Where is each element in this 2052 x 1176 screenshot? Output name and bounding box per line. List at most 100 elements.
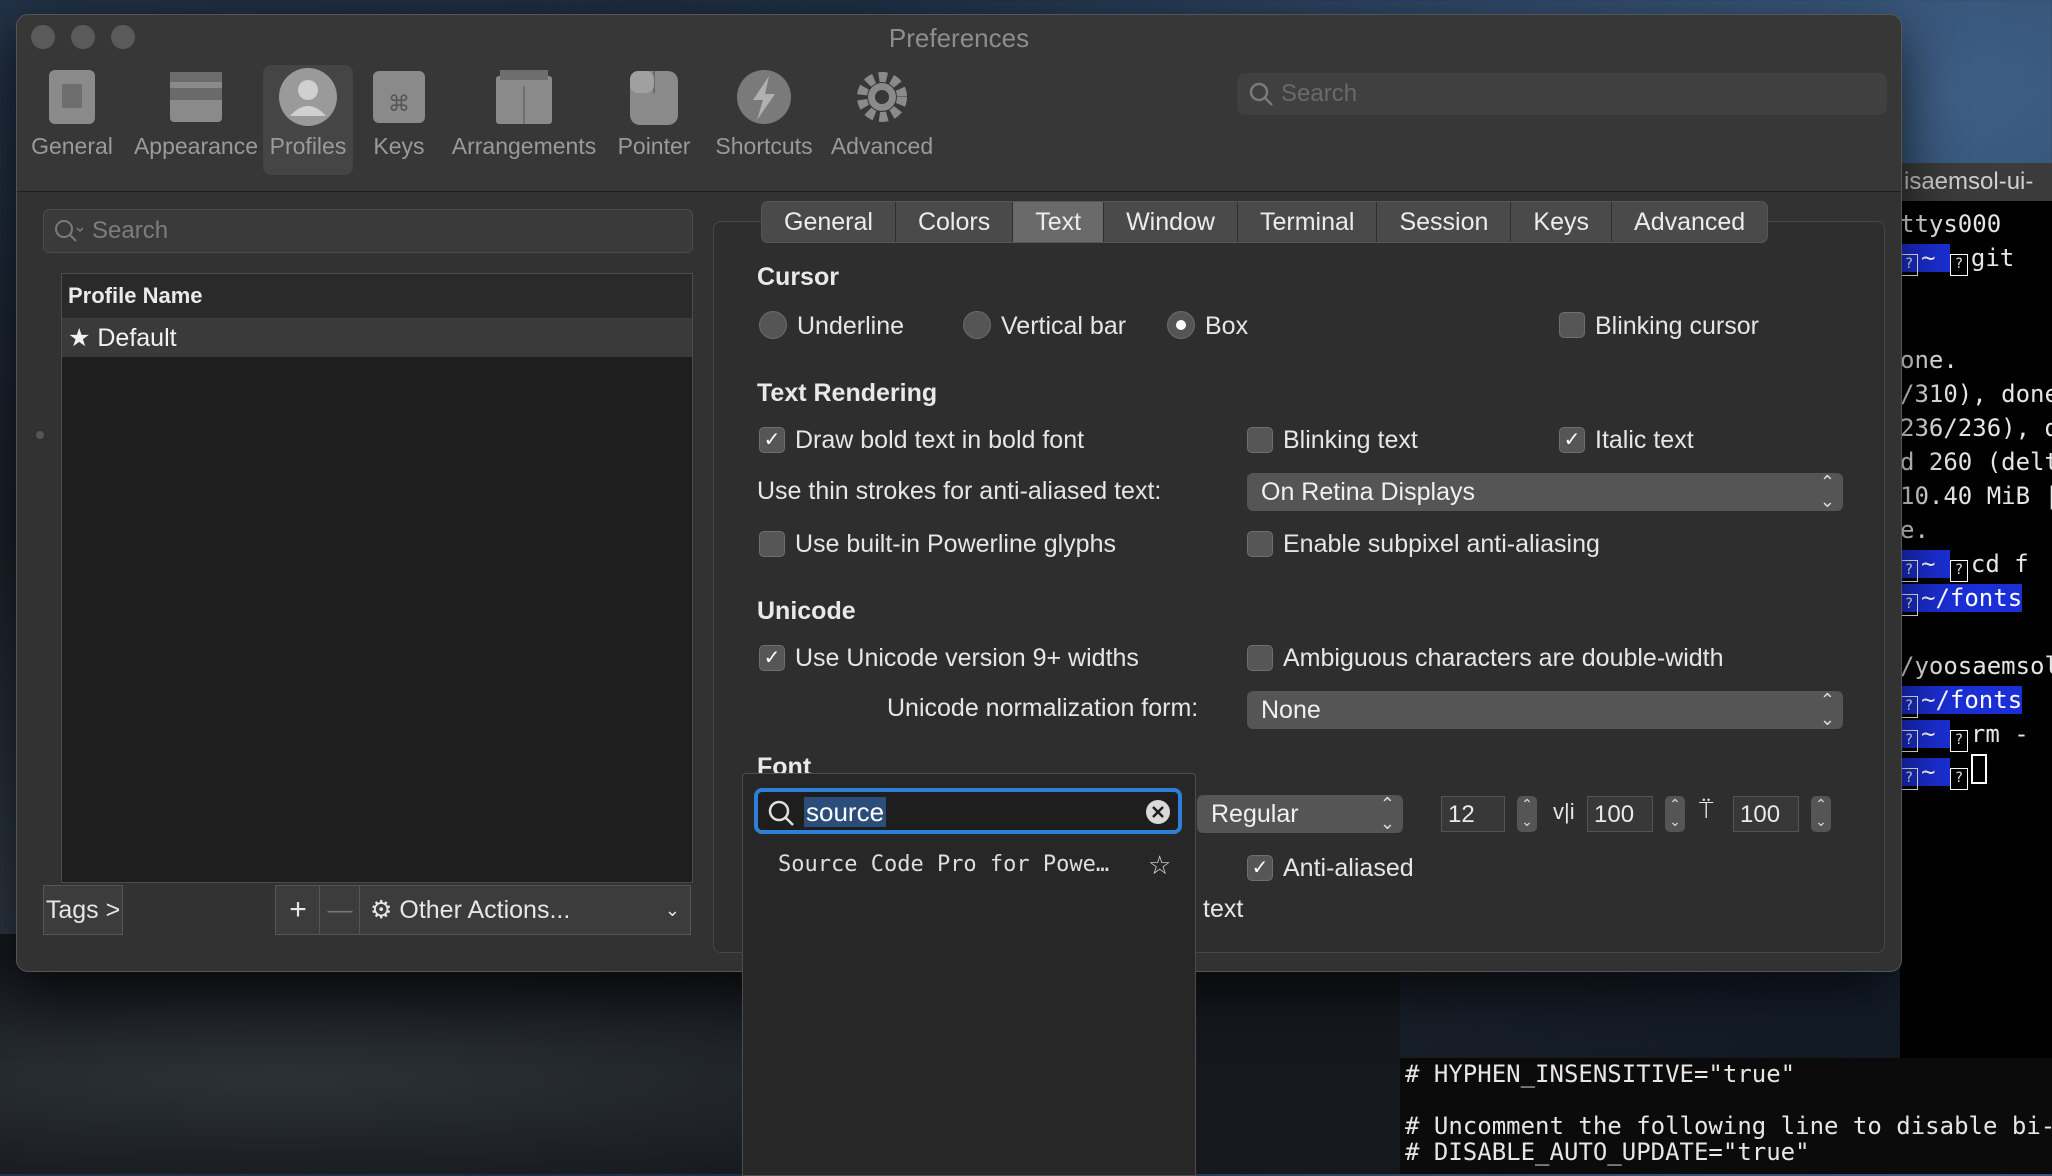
subpixel-checkbox[interactable]: [1247, 531, 1273, 557]
profile-search-input[interactable]: Search: [43, 209, 693, 253]
toolbar-keys[interactable]: ⌘ Keys: [363, 65, 435, 160]
toolbar-profiles[interactable]: Profiles: [263, 65, 353, 175]
clear-search-icon[interactable]: [1144, 798, 1172, 831]
search-placeholder: Search: [92, 217, 169, 244]
chevron-updown-icon: ⌃ ⌄: [1819, 690, 1835, 729]
profiles-icon: [276, 65, 340, 129]
tab-general[interactable]: General: [762, 202, 896, 242]
bold-font-checkbox[interactable]: ✓: [759, 427, 785, 453]
tab-session[interactable]: Session: [1377, 202, 1512, 242]
toolbar: Preferences General Appearance Profiles …: [17, 15, 1901, 192]
list-item[interactable]: ★ Default: [62, 319, 692, 357]
tab-window[interactable]: Window: [1104, 202, 1238, 242]
cursor-vertical-bar-label: Vertical bar: [1001, 312, 1127, 340]
normalization-label: Unicode normalization form:: [887, 694, 1199, 722]
terminal-cursor: [1970, 754, 1987, 784]
horizontal-spacing-icon: ⍡: [1699, 797, 1714, 824]
terminal-line: ? ~ ?: [1900, 754, 1987, 790]
cursor-underline-radio[interactable]: [759, 311, 787, 339]
vertical-spacing-field[interactable]: 100: [1587, 796, 1653, 832]
unicode-v9-checkbox[interactable]: ✓: [759, 645, 785, 671]
chevron-updown-icon: ⌃ ⌄: [1819, 472, 1835, 511]
window-title: Preferences: [888, 23, 1030, 53]
terminal-line: /310), done: [1900, 380, 2052, 408]
column-header[interactable]: Profile Name: [62, 274, 692, 319]
blinking-cursor-label: Blinking cursor: [1595, 312, 1759, 340]
font-size-stepper[interactable]: ⌃ ⌄: [1517, 796, 1537, 832]
terminal-line: 236/236), d: [1900, 414, 2052, 442]
terminal-line-text: git: [1970, 244, 2015, 272]
toolbar-shortcuts[interactable]: Shortcuts: [709, 65, 819, 160]
text-rendering-heading: Text Rendering: [757, 379, 938, 407]
blinking-text-checkbox[interactable]: [1247, 427, 1273, 453]
anti-aliased-label: Anti-aliased: [1283, 854, 1414, 882]
toolbar-general[interactable]: General: [29, 65, 115, 160]
thin-strokes-value: On Retina Displays: [1261, 478, 1475, 506]
other-actions-button[interactable]: ⚙ Other Actions... ⌄: [359, 885, 691, 935]
tab-terminal[interactable]: Terminal: [1238, 202, 1378, 242]
cursor-box-radio[interactable]: [1167, 311, 1195, 339]
thin-strokes-select[interactable]: On Retina Displays ⌃ ⌄: [1247, 473, 1843, 511]
toolbar-pointer[interactable]: Pointer: [611, 65, 697, 160]
tags-button[interactable]: Tags >: [43, 885, 123, 935]
toolbar-label: Arrangements: [451, 133, 597, 159]
advanced-icon: [850, 65, 914, 129]
split-handle[interactable]: [36, 431, 44, 439]
bold-font-label: Draw bold text in bold font: [795, 426, 1085, 454]
ambiguous-width-checkbox[interactable]: [1247, 645, 1273, 671]
terminal-line: ? ~ ? rm -: [1900, 720, 2029, 752]
svg-text:⌘: ⌘: [388, 92, 410, 117]
toolbar-label: Shortcuts: [715, 133, 813, 159]
search-icon: [52, 210, 86, 266]
blinking-cursor-checkbox[interactable]: [1559, 312, 1585, 338]
other-actions-label: Other Actions...: [399, 896, 571, 924]
arrangements-icon: [492, 65, 556, 129]
remove-profile-button[interactable]: —: [319, 885, 361, 935]
font-search-input[interactable]: source: [754, 788, 1182, 834]
cursor-heading: Cursor: [757, 263, 839, 291]
font-size-field[interactable]: 12: [1441, 796, 1505, 832]
toolbar-label: Pointer: [617, 133, 691, 159]
favorite-star-icon[interactable]: ☆: [1148, 850, 1171, 881]
powerline-checkbox[interactable]: [759, 531, 785, 557]
font-result-item[interactable]: Source Code Pro for Powe…: [778, 852, 1109, 877]
anti-aliased-checkbox[interactable]: ✓: [1247, 855, 1273, 881]
toolbar-label: Appearance: [133, 133, 259, 159]
vertical-spacing-icon: v|i: [1553, 799, 1575, 824]
tab-colors[interactable]: Colors: [896, 202, 1014, 242]
tab-text[interactable]: Text: [1013, 202, 1105, 242]
cursor-underline-label: Underline: [797, 312, 905, 340]
toolbar-advanced[interactable]: Advanced: [827, 65, 937, 160]
toolbar-appearance[interactable]: Appearance: [129, 65, 263, 160]
partial-text-label: text: [1203, 895, 1244, 923]
terminal-title: isaemsol-ui-: [1900, 163, 2052, 201]
horizontal-spacing-stepper[interactable]: ⌃ ⌄: [1811, 796, 1831, 832]
toolbar-label: Advanced: [830, 133, 934, 159]
toolbar-arrangements[interactable]: Arrangements: [447, 65, 601, 160]
add-profile-button[interactable]: +: [275, 885, 321, 935]
terminal-line: d 260 (delt: [1900, 448, 2052, 476]
vertical-spacing-stepper[interactable]: ⌃ ⌄: [1665, 796, 1685, 832]
cursor-vertical-bar-radio[interactable]: [963, 311, 991, 339]
terminal-line: one.: [1900, 346, 1958, 374]
terminal-line: ? ~/fonts: [1900, 686, 2023, 718]
unicode-v9-label: Use Unicode version 9+ widths: [795, 644, 1139, 672]
tab-keys[interactable]: Keys: [1511, 202, 1613, 242]
profile-name: Default: [97, 324, 177, 352]
normalization-select[interactable]: None ⌃ ⌄: [1247, 691, 1843, 729]
terminal-line: ? ~ ? git: [1900, 244, 2014, 276]
profile-tabs: General Colors Text Window Terminal Sess…: [761, 201, 1769, 243]
gear-icon: ⚙: [370, 896, 393, 924]
profile-list: Profile Name ★ Default: [61, 273, 693, 883]
tab-advanced[interactable]: Advanced: [1612, 202, 1767, 242]
font-search-value: source: [804, 797, 887, 827]
powerline-label: Use built-in Powerline glyphs: [795, 530, 1116, 558]
unicode-heading: Unicode: [757, 597, 856, 625]
toolbar-search-input[interactable]: Search: [1237, 73, 1887, 115]
font-style-select[interactable]: Regular ⌃ ⌄: [1197, 795, 1403, 833]
search-icon: [766, 798, 796, 833]
font-result-name: Source Code Pro for Powe…: [778, 852, 1110, 877]
terminal-line: 10.40 MiB |: [1900, 482, 2052, 510]
italic-text-checkbox[interactable]: ✓: [1559, 427, 1585, 453]
horizontal-spacing-field[interactable]: 100: [1733, 796, 1799, 832]
